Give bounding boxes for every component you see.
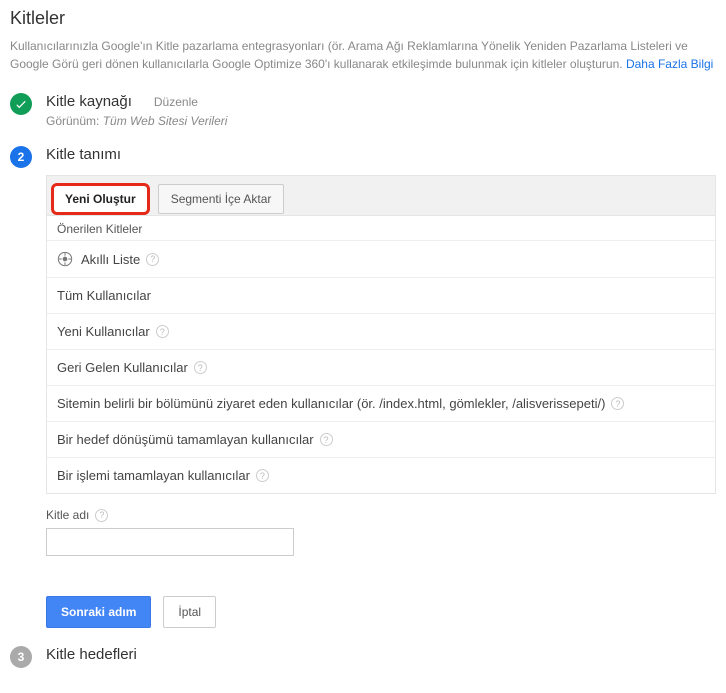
- next-step-button[interactable]: Sonraki adım: [46, 596, 151, 628]
- list-item-label: Geri Gelen Kullanıcılar: [57, 360, 188, 375]
- tab-bar: Yeni Oluştur Segmenti İçe Aktar: [47, 176, 715, 216]
- step1-sub-label: Görünüm:: [46, 114, 99, 128]
- step1-sub-value: Tüm Web Sitesi Verileri: [103, 114, 228, 128]
- audience-name-label-text: Kitle adı: [46, 508, 89, 522]
- audience-name-input[interactable]: [46, 528, 294, 556]
- list-item-label: Bir hedef dönüşümü tamamlayan kullanıcıl…: [57, 432, 314, 447]
- page-description: Kullanıcılarınızla Google'ın Kitle pazar…: [10, 37, 716, 73]
- step3-badge: 3: [10, 646, 32, 668]
- list-item-visited-section[interactable]: Sitemin belirli bir bölümünü ziyaret ede…: [47, 385, 715, 421]
- list-item-returning-users[interactable]: Geri Gelen Kullanıcılar ?: [47, 349, 715, 385]
- list-item-label: Yeni Kullanıcılar: [57, 324, 150, 339]
- list-item-label: Bir işlemi tamamlayan kullanıcılar: [57, 468, 250, 483]
- help-icon[interactable]: ?: [146, 253, 159, 266]
- audience-name-label: Kitle adı ?: [46, 508, 716, 522]
- list-item-label: Sitemin belirli bir bölümünü ziyaret ede…: [57, 396, 605, 411]
- step-audience-source: Kitle kaynağı Düzenle Görünüm: Tüm Web S…: [10, 93, 716, 128]
- list-item-label: Akıllı Liste: [81, 252, 140, 267]
- definition-panel: Yeni Oluştur Segmenti İçe Aktar Önerilen…: [46, 175, 716, 494]
- page-title: Kitleler: [10, 8, 716, 29]
- step-audience-targets: 3 Kitle hedefleri: [10, 646, 716, 663]
- step2-badge: 2: [10, 146, 32, 168]
- learn-more-link[interactable]: Daha Fazla Bilgi: [626, 57, 713, 71]
- tab-import-segment[interactable]: Segmenti İçe Aktar: [158, 184, 285, 214]
- help-icon[interactable]: ?: [95, 509, 108, 522]
- help-icon[interactable]: ?: [194, 361, 207, 374]
- help-icon[interactable]: ?: [611, 397, 624, 410]
- recommended-label: Önerilen Kitleler: [47, 216, 715, 240]
- tab-create-new[interactable]: Yeni Oluştur: [51, 183, 150, 215]
- list-item-label: Tüm Kullanıcılar: [57, 288, 151, 303]
- description-text: Kullanıcılarınızla Google'ın Kitle pazar…: [10, 39, 688, 71]
- list-item-new-users[interactable]: Yeni Kullanıcılar ?: [47, 313, 715, 349]
- list-item-all-users[interactable]: Tüm Kullanıcılar: [47, 277, 715, 313]
- step3-title: Kitle hedefleri: [46, 646, 137, 663]
- edit-link[interactable]: Düzenle: [154, 95, 198, 109]
- cancel-button[interactable]: İptal: [163, 596, 216, 628]
- list-item-transaction[interactable]: Bir işlemi tamamlayan kullanıcılar ?: [47, 457, 715, 493]
- help-icon[interactable]: ?: [320, 433, 333, 446]
- smart-list-icon: [57, 251, 73, 267]
- help-icon[interactable]: ?: [256, 469, 269, 482]
- step1-title: Kitle kaynağı: [46, 93, 132, 110]
- step-audience-definition: 2 Kitle tanımı Yeni Oluştur Segmenti İçe…: [10, 146, 716, 628]
- list-item-smart-list[interactable]: Akıllı Liste ?: [47, 240, 715, 277]
- check-icon: [10, 93, 32, 115]
- help-icon[interactable]: ?: [156, 325, 169, 338]
- list-item-goal-conversion[interactable]: Bir hedef dönüşümü tamamlayan kullanıcıl…: [47, 421, 715, 457]
- step2-title: Kitle tanımı: [46, 146, 121, 163]
- step1-subtitle: Görünüm: Tüm Web Sitesi Verileri: [46, 114, 716, 128]
